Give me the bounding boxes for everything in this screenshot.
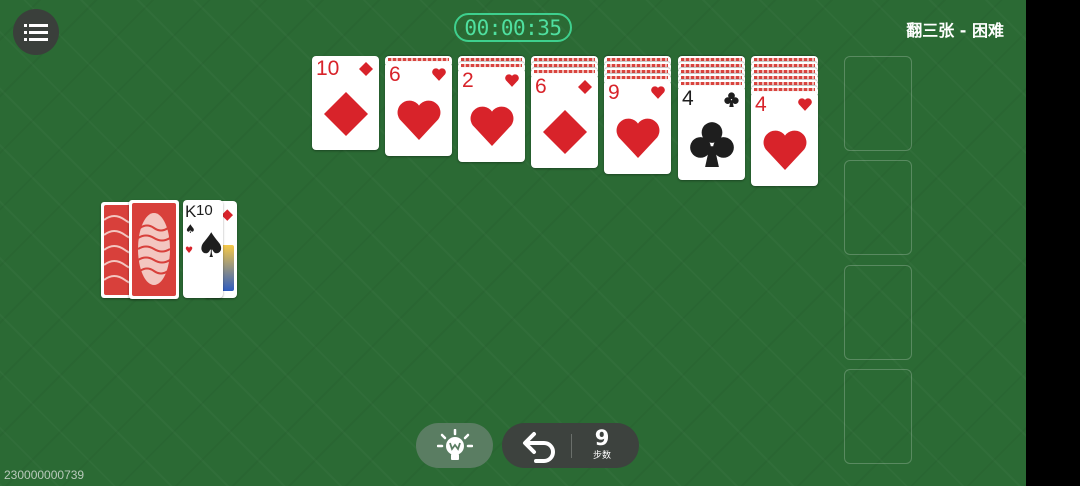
divider [571, 434, 572, 458]
move-count: 9 [594, 426, 610, 450]
heart-icon [397, 100, 440, 140]
foundation-slot-1[interactable] [844, 56, 912, 151]
game-mode-label: 翻三张 - 困难 [906, 21, 1004, 40]
tableau-card-3[interactable]: 2 [458, 68, 525, 162]
lightbulb-icon [436, 428, 473, 460]
card-rank: 9 [608, 81, 620, 104]
diamond-icon [323, 92, 368, 136]
tableau-card-7[interactable]: 4 [751, 92, 818, 186]
heart-icon [470, 106, 513, 146]
tableau-card-2[interactable]: 6 [385, 62, 452, 156]
move-count-label: 步数 [592, 451, 611, 461]
menu-button[interactable] [13, 9, 59, 55]
hint-button[interactable] [416, 423, 493, 468]
heart-icon [798, 98, 812, 111]
heart-icon [651, 86, 665, 99]
waste-top-rank: K [185, 202, 197, 221]
menu-icon [24, 24, 48, 41]
undo-bar: 9 步数 [502, 423, 639, 468]
foundation-slot-2[interactable] [844, 160, 912, 255]
heart-icon [505, 74, 519, 87]
tableau-card-5[interactable]: 9 [604, 80, 671, 174]
timer: 00:00:35 [454, 13, 572, 42]
club-icon [724, 92, 739, 107]
waste-card-top[interactable]: K 10 ♠ ♠ ♥ [183, 200, 227, 298]
foundation-slot-3[interactable] [844, 265, 912, 360]
foundation-slot-4[interactable] [844, 369, 912, 464]
diamond-icon [578, 80, 592, 94]
tableau-card-1[interactable]: 10 [312, 56, 379, 150]
card-rank: 4 [755, 93, 767, 116]
game-table: 00:00:35 翻三张 - 困难 ◆ K 10 ♠ ♠ ♥ 10 6 2 6 … [0, 0, 1026, 486]
right-black-bar [1026, 0, 1080, 486]
club-icon [689, 122, 734, 167]
card-rank: 2 [462, 69, 474, 92]
undo-icon[interactable] [520, 429, 560, 463]
stock-pile-top[interactable] [129, 200, 179, 299]
heart-icon [616, 118, 659, 158]
diamond-icon [359, 62, 373, 76]
move-counter: 9 步数 [580, 426, 624, 462]
card-rank: 10 [316, 57, 340, 80]
card-rank: 6 [535, 75, 547, 98]
heart-icon [432, 68, 446, 81]
spade-icon: ♠ [196, 226, 227, 266]
tableau-card-4[interactable]: 6 [531, 74, 598, 168]
game-id: 230000000739 [4, 468, 85, 482]
heart-icon [763, 130, 806, 170]
diamond-icon [542, 110, 587, 154]
tableau-card-6[interactable]: 4 [678, 86, 745, 180]
waste-under-rank: 10 [196, 202, 213, 219]
card-rank: 6 [389, 63, 401, 86]
card-rank: 4 [682, 87, 694, 110]
